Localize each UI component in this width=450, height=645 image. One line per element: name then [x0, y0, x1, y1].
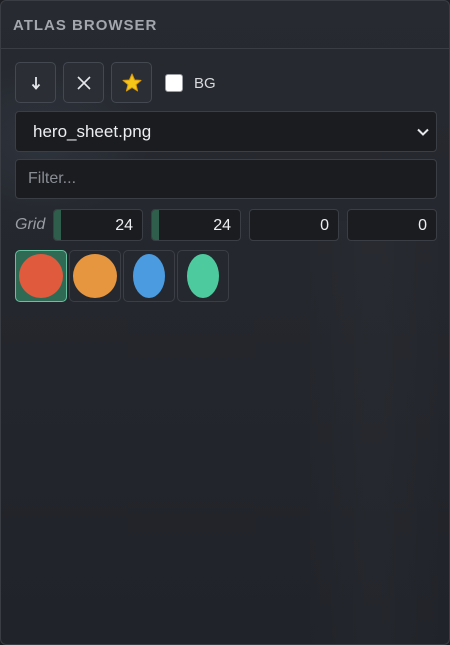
sprite-orange-circle: [73, 254, 117, 298]
drag-handle[interactable]: [152, 210, 159, 240]
clear-button[interactable]: [63, 62, 104, 103]
panel-title: ATLAS BROWSER: [13, 17, 158, 34]
atlas-select-value: hero_sheet.png: [33, 121, 152, 141]
grid-cell-width[interactable]: 24: [53, 209, 143, 241]
star-icon: [122, 73, 142, 93]
sprite-red-circle: [19, 254, 63, 298]
download-button[interactable]: [15, 62, 56, 103]
sprite-thumbnail[interactable]: [177, 250, 229, 302]
sprite-green-oval: [187, 254, 219, 298]
grid-cell-height-value: 24: [213, 217, 231, 234]
panel-header: ATLAS BROWSER: [1, 1, 449, 49]
atlas-select[interactable]: hero_sheet.png: [15, 111, 437, 152]
favorite-button[interactable]: [111, 62, 152, 103]
bg-label: BG: [194, 74, 216, 92]
drag-handle[interactable]: [54, 210, 61, 240]
grid-cell-width-value: 24: [115, 217, 133, 234]
chevron-down-icon: [416, 125, 430, 144]
sprite-thumbnail[interactable]: [123, 250, 175, 302]
grid-offset-x-value: 0: [320, 217, 329, 234]
atlas-browser-panel: ATLAS BROWSER BG hero_sheet.png Filter..…: [0, 0, 450, 645]
grid-offset-y-value: 0: [418, 217, 427, 234]
sprite-thumbnail[interactable]: [69, 250, 121, 302]
grid-label: Grid: [15, 216, 46, 233]
background-shade: [299, 221, 449, 644]
bg-toggle[interactable]: BG: [165, 73, 216, 93]
sprite-blue-oval: [133, 254, 165, 298]
arrow-down-icon: [29, 75, 43, 91]
sprite-thumbnail[interactable]: [15, 250, 67, 302]
filter-input[interactable]: [15, 159, 437, 199]
grid-cell-height[interactable]: 24: [151, 209, 241, 241]
bg-checkbox[interactable]: [165, 74, 183, 92]
grid-offset-x[interactable]: 0: [249, 209, 339, 241]
close-icon: [76, 75, 92, 91]
grid-offset-y[interactable]: 0: [347, 209, 437, 241]
